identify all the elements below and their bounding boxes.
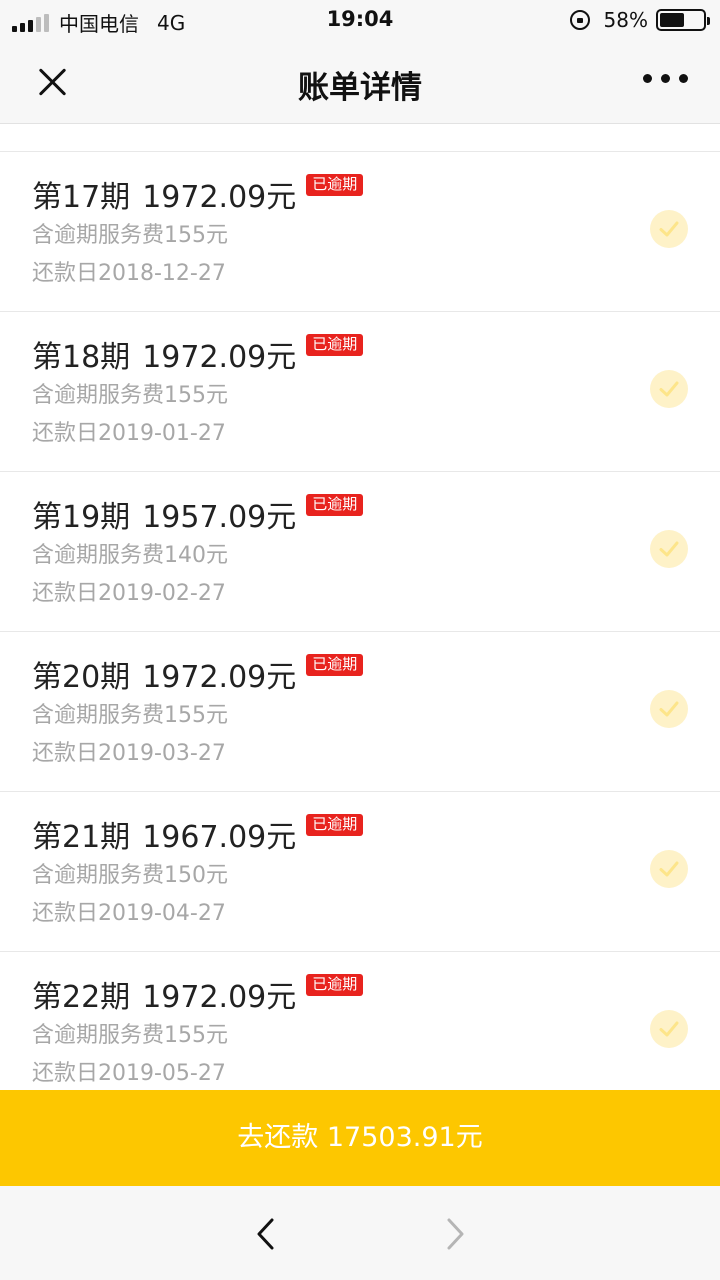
- bill-item[interactable]: 第17期 1972.09元 已逾期 含逾期服务费155元 还款日2018-12-…: [0, 152, 720, 312]
- chevron-right-icon[interactable]: [436, 1214, 476, 1254]
- bill-fee: 含逾期服务费155元: [32, 223, 228, 248]
- bill-due-date: 还款日2019-04-27: [32, 901, 226, 926]
- bill-amount: 1972.09元: [142, 660, 297, 695]
- status-right: 58%: [569, 8, 710, 32]
- bill-title: 第20期 1972.09元 已逾期: [32, 654, 720, 695]
- bill-title: 第22期 1972.09元 已逾期: [32, 974, 720, 1015]
- overdue-badge: 已逾期: [306, 654, 364, 676]
- bill-due-date: 还款日2019-03-27: [32, 741, 226, 766]
- nav-bar: 账单详情: [0, 40, 720, 124]
- overdue-badge: 已逾期: [306, 494, 364, 516]
- bill-fee: 含逾期服务费140元: [32, 543, 228, 568]
- bill-item[interactable]: 第19期 1957.09元 已逾期 含逾期服务费140元 还款日2019-02-…: [0, 472, 720, 632]
- battery-fill: [660, 13, 684, 27]
- check-circle-icon[interactable]: [650, 530, 688, 568]
- pay-button[interactable]: 去还款 17503.91元: [0, 1090, 720, 1186]
- overdue-badge: 已逾期: [306, 974, 364, 996]
- battery-icon: [656, 9, 710, 31]
- status-bar: 中国电信 4G 19:04 58%: [0, 0, 720, 40]
- check-circle-icon[interactable]: [650, 370, 688, 408]
- bill-item[interactable]: 第22期 1972.09元 已逾期 含逾期服务费155元 还款日2019-05-…: [0, 952, 720, 1090]
- bill-list-inner: 第16期 还款日 第17期 1972.09元 已逾期 含逾期服务费155元 还款…: [0, 124, 720, 1090]
- bill-amount: 1972.09元: [142, 340, 297, 375]
- overdue-badge: 已逾期: [306, 814, 364, 836]
- bill-amount: 1972.09元: [142, 980, 297, 1015]
- bill-title: 第21期 1967.09元 已逾期: [32, 814, 720, 855]
- page-title: 账单详情: [298, 70, 422, 106]
- bill-period: 第18期: [32, 340, 131, 375]
- check-circle-icon[interactable]: [650, 850, 688, 888]
- bill-list[interactable]: 第16期 还款日 第17期 1972.09元 已逾期 含逾期服务费155元 还款…: [0, 124, 720, 1090]
- check-circle-icon[interactable]: [650, 690, 688, 728]
- check-circle-icon[interactable]: [650, 210, 688, 248]
- bill-item[interactable]: 第20期 1972.09元 已逾期 含逾期服务费155元 还款日2019-03-…: [0, 632, 720, 792]
- bill-due-date: 还款日2019-01-27: [32, 421, 226, 446]
- bill-fee: 含逾期服务费155元: [32, 383, 228, 408]
- bill-period: 第19期: [32, 500, 131, 535]
- bill-due-date: 还款日2018-12-27: [32, 261, 226, 286]
- bill-title: 第17期 1972.09元 已逾期: [32, 174, 720, 215]
- bill-amount: 1967.09元: [142, 820, 297, 855]
- bill-period: 第17期: [32, 180, 131, 215]
- chevron-left-icon[interactable]: [248, 1214, 288, 1254]
- bill-title: 第18期 1972.09元 已逾期: [32, 334, 720, 375]
- bill-fee: 含逾期服务费155元: [32, 703, 228, 728]
- bill-period: 第21期: [32, 820, 131, 855]
- bill-period: 第20期: [32, 660, 131, 695]
- rotation-lock-icon: [569, 10, 590, 30]
- bill-amount: 1972.09元: [142, 180, 297, 215]
- bill-item[interactable]: 第18期 1972.09元 已逾期 含逾期服务费155元 还款日2019-01-…: [0, 312, 720, 472]
- more-dots-icon[interactable]: [643, 74, 688, 83]
- bill-fee: 含逾期服务费155元: [32, 1023, 228, 1048]
- bill-period: 第22期: [32, 980, 131, 1015]
- check-circle-icon[interactable]: [650, 1010, 688, 1048]
- bill-title: 第19期 1957.09元 已逾期: [32, 494, 720, 535]
- bill-due-date: 还款日2019-05-27: [32, 1061, 226, 1086]
- bill-fee: 含逾期服务费150元: [32, 863, 228, 888]
- browser-toolbar: [0, 1186, 720, 1280]
- bill-amount: 1957.09元: [142, 500, 297, 535]
- battery-percent: 58%: [603, 8, 648, 32]
- bill-item[interactable]: 第21期 1967.09元 已逾期 含逾期服务费150元 还款日2019-04-…: [0, 792, 720, 952]
- overdue-badge: 已逾期: [306, 334, 364, 356]
- bill-item[interactable]: 第16期 还款日: [0, 124, 720, 152]
- bill-due-date: 还款日2019-02-27: [32, 581, 226, 606]
- overdue-badge: 已逾期: [306, 174, 364, 196]
- close-icon[interactable]: [30, 60, 74, 104]
